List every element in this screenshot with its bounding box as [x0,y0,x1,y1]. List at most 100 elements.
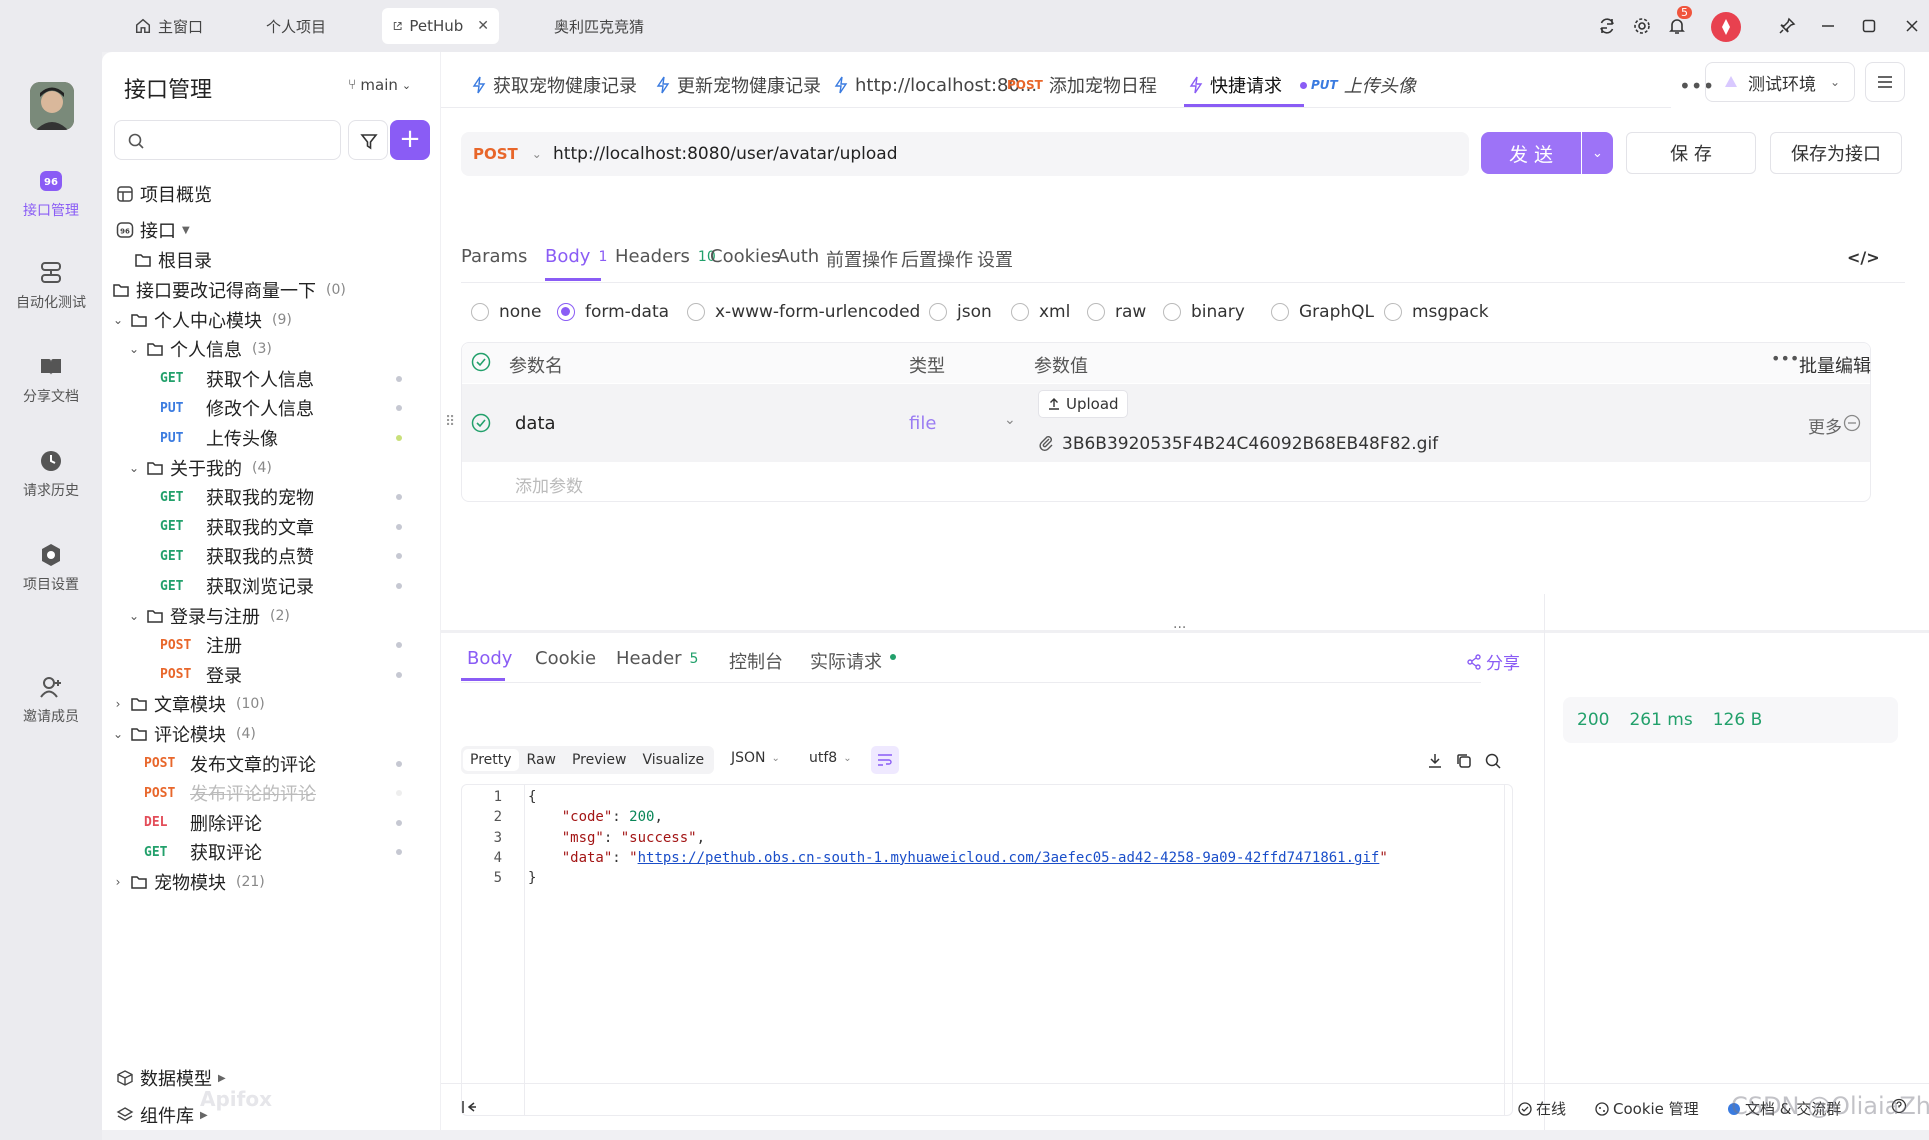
search-icon[interactable] [1484,752,1502,770]
body-type-radio[interactable]: binary [1163,302,1245,322]
download-icon[interactable] [1426,752,1444,770]
request-tab[interactable]: 快捷请求 [1188,70,1307,100]
copy-icon[interactable] [1455,752,1473,770]
chevron-down-icon[interactable]: ⌄ [128,609,140,623]
tree-folder[interactable]: › 文章模块 (10) [112,689,422,719]
window-tab-home[interactable]: 主窗口 [134,8,203,44]
chevron-down-icon[interactable]: ⌄ [128,342,140,356]
wrap-button[interactable] [871,746,899,774]
minus-circle-icon[interactable] [1843,414,1861,432]
branch-selector[interactable]: ⑂ main ⌄ [348,76,411,94]
upload-button[interactable]: Upload [1038,390,1128,418]
chevron-right-icon[interactable]: › [112,875,124,889]
param-name[interactable]: data [515,413,556,434]
tree-folder[interactable]: ⌄ 评论模块 (4) [112,719,422,749]
components-section[interactable]: 组件库 ▶ [116,1100,208,1130]
view-pretty[interactable]: Pretty [463,749,519,771]
request-tab[interactable]: PUT 上传头像 [1311,70,1416,100]
tree-folder[interactable]: ⌄ 个人中心模块 (9) [112,305,422,335]
request-tab[interactable]: 获取宠物健康记录 [471,70,637,100]
window-tab-olympic[interactable]: 奥利匹克竞猜 [554,8,644,44]
cookie-manager[interactable]: Cookie 管理 [1595,1098,1699,1119]
body-type-radio[interactable]: json [929,302,992,322]
rail-item-history[interactable]: 请求历史 [0,448,102,500]
body-type-radio[interactable]: none [471,302,541,322]
add-param-input[interactable]: 添加参数 [515,472,583,497]
collapse-left-icon[interactable] [461,1099,477,1115]
view-preview[interactable]: Preview [564,749,635,771]
online-status[interactable]: 在线 [1518,1098,1566,1119]
root-folder[interactable]: 根目录 [134,245,212,275]
rail-item-invite[interactable]: 邀请成员 [0,674,102,726]
tree-api-item[interactable]: POST 登录 [160,660,402,690]
menu-button[interactable] [1865,62,1905,102]
add-button[interactable]: + [390,120,430,160]
body-type-radio[interactable]: msgpack [1384,302,1489,322]
encoding-select[interactable]: utf8 ⌄ [809,750,852,766]
response-tab[interactable]: Body [467,648,512,669]
request-tab[interactable]: 更新宠物健康记录 [655,70,821,100]
code-icon[interactable]: </> [1847,248,1880,267]
save-button[interactable]: 保 存 [1626,132,1756,174]
format-select[interactable]: JSON ⌄ [731,750,780,766]
check-circle-icon[interactable] [471,352,491,372]
window-tab-pethub[interactable]: PetHub ✕ [382,8,499,44]
param-tab[interactable]: 前置操作 [826,246,898,272]
bell-icon[interactable]: 5 [1663,6,1692,40]
tree-api-item[interactable]: DEL 删除评论 [144,808,402,838]
chevron-down-icon[interactable]: ⌄ [128,461,140,475]
param-tab[interactable]: 后置操作 [901,246,973,272]
body-type-radio[interactable]: raw [1087,302,1146,322]
tree-api-item[interactable]: POST 发布评论的评论 [144,778,402,808]
bulk-edit-button[interactable]: 批量编辑 [1799,352,1871,378]
search-input[interactable] [114,120,341,160]
param-tab[interactable]: Body 1 [545,246,607,267]
filter-button[interactable] [348,120,388,160]
pin-icon[interactable] [1773,12,1801,40]
tree-api-item[interactable]: GET 获取我的宠物 [160,482,402,512]
tree-api-item[interactable]: GET 获取我的文章 [160,512,402,542]
resize-handle-icon[interactable]: ··· [1173,620,1186,636]
user-avatar-badge[interactable] [1711,12,1741,42]
tree-api-item[interactable]: GET 获取评论 [144,837,402,867]
sync-icon[interactable] [1593,12,1621,40]
view-raw[interactable]: Raw [519,749,564,771]
rail-item-api[interactable]: 96 接口管理 [0,168,102,220]
tree-api-item[interactable]: PUT 修改个人信息 [160,393,402,423]
close-icon[interactable]: ✕ [477,18,489,34]
body-type-radio[interactable]: x-www-form-urlencoded [687,302,920,322]
param-type-select[interactable]: file [909,413,936,434]
window-close-icon[interactable] [1898,12,1926,40]
tree-api-item[interactable]: POST 发布文章的评论 [144,749,402,779]
tree-api-item[interactable]: GET 获取个人信息 [160,364,402,394]
chevron-down-icon[interactable]: ⌄ [112,727,124,741]
share-button[interactable]: 分享 [1466,649,1520,674]
project-overview[interactable]: 项目概览 [116,179,212,209]
more-options-icon[interactable]: ••• [1771,349,1799,368]
body-type-radio[interactable]: xml [1011,302,1070,322]
response-code-panel[interactable]: 1 {2 "code": 200, 3 "msg": "success", 4 "da… [461,784,1513,1116]
tree-api-item[interactable]: POST 注册 [160,630,402,660]
file-name[interactable]: 3B6B3920535F4B24C46092B68EB48F82.gif [1062,434,1438,454]
response-tab[interactable]: 实际请求 [810,648,896,674]
response-tab[interactable]: Cookie [535,648,596,669]
more-link[interactable]: 更多 [1808,413,1842,438]
chevron-down-icon[interactable]: ⌄ [1004,412,1016,428]
response-tab[interactable]: 控制台 [729,648,783,674]
param-tab[interactable]: 设置 [977,246,1013,272]
tree-folder[interactable]: ⌄ 关于我的 (4) [128,453,422,483]
param-tab[interactable]: Cookies [710,246,780,267]
gear-icon[interactable] [1628,12,1656,40]
rail-item-docs[interactable]: 分享文档 [0,354,102,406]
tree-api-item[interactable]: GET 获取我的点赞 [160,541,402,571]
chevron-down-icon[interactable]: ⌄ [112,313,124,327]
window-tab-personal[interactable]: 个人项目 [266,8,326,44]
tree-folder[interactable]: ⌄ 登录与注册 (2) [128,601,422,631]
interfaces-section[interactable]: 96 接口 ▼ [116,215,190,245]
send-options-button[interactable]: ⌄ [1582,132,1613,174]
body-type-radio[interactable]: GraphQL [1271,302,1374,322]
save-as-api-button[interactable]: 保存为接口 [1770,132,1902,174]
method-selector[interactable]: POST ⌄ [461,145,543,163]
send-button[interactable]: 发 送 [1481,132,1581,174]
environment-selector[interactable]: 测试环境 ⌄ [1705,62,1855,102]
